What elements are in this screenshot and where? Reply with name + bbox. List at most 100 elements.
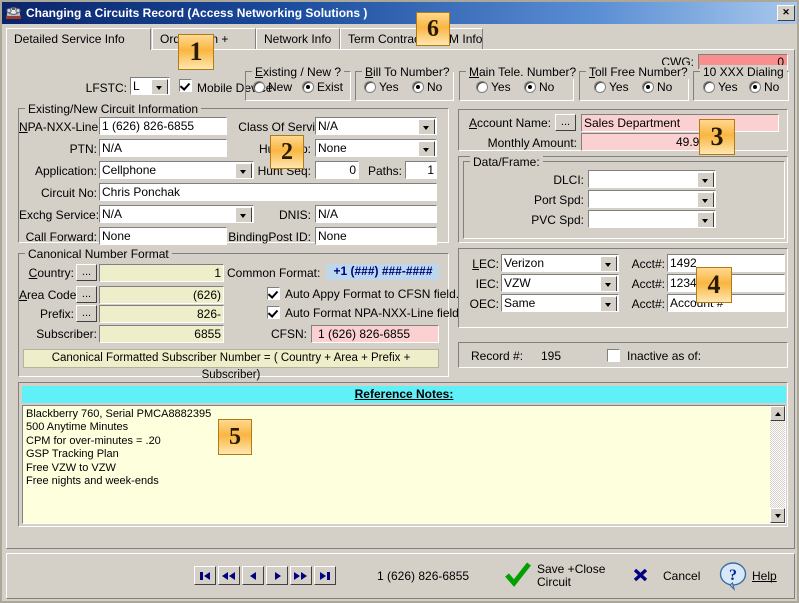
country-browse-button[interactable]: ... [76,264,97,281]
radio-tollfree-no[interactable] [642,81,654,93]
cfsn-input[interactable]: 1 (626) 826-6855 [311,325,439,343]
nav-next-record-button[interactable] [266,566,288,585]
notes-line: Free nights and week-ends [26,475,159,488]
canonical-title: Canonical Number Format [25,247,172,261]
data-frame-title: Data/Frame: [470,155,543,169]
country-input[interactable]: 1 [99,264,224,282]
chevron-down-icon[interactable] [697,192,714,207]
exchg-service-label: Exchg Service: [19,208,100,222]
chevron-down-icon[interactable] [600,256,617,271]
radio-tollfree-yes[interactable] [594,81,606,93]
circuits-record-window: Changing a Circuits Record (Access Netwo… [0,0,799,603]
circuit-no-label: Circuit No: [40,186,97,200]
nav-first-record-button[interactable] [194,566,216,585]
call-forward-input[interactable]: None [99,227,227,245]
dnis-input[interactable]: N/A [315,205,437,223]
chevron-down-icon[interactable] [697,172,714,187]
ptn-label: PTN: [69,142,97,156]
hunt-seq-input[interactable]: 0 [315,161,359,179]
oec-value: Same [504,296,536,310]
scroll-up-icon[interactable] [770,406,785,421]
carriers-group: LEC: Verizon Acct#: 1492 IEC: VZW Acct#:… [458,248,788,328]
radio-tenxxx-no[interactable] [749,81,761,93]
monthly-amount-input[interactable]: 49.95 [581,133,709,151]
hunt-group-select[interactable]: None [315,139,437,157]
scroll-down-icon[interactable] [770,508,785,523]
ptn-input[interactable]: N/A [99,139,227,157]
reference-notes-textarea[interactable]: Blackberry 760, Serial PMCA8882395 500 A… [22,405,786,524]
radio-billto-yes[interactable] [364,81,376,93]
area-code-browse-button[interactable]: ... [76,286,97,303]
account-group: Account Name: ... Sales Department Month… [458,109,788,151]
npa-nxx-line-input[interactable]: 1 (626) 826-6855 [99,117,227,135]
application-value: Cellphone [102,163,157,177]
subscriber-input[interactable]: 6855 [99,325,224,343]
title-bar: Changing a Circuits Record (Access Netwo… [2,2,797,24]
radio-maintele-yes[interactable] [476,81,488,93]
oec-select[interactable]: Same [501,294,619,312]
chevron-down-icon[interactable] [600,296,617,311]
inactive-checkbox[interactable] [607,349,620,362]
tab-detailed-service-info[interactable]: Detailed Service Info [6,28,151,50]
paths-input[interactable]: 1 [405,161,437,179]
existing-new-title: Existing / New ? [252,65,345,79]
tab-term-contract-tem-info[interactable]: Term Contract +TEM Info [340,28,483,49]
radio-billto-no[interactable] [412,81,424,93]
close-icon[interactable]: ✕ [777,5,795,21]
bindingpost-id-input[interactable]: None [315,227,437,245]
nav-previous-record-button[interactable] [242,566,264,585]
detailed-service-info-panel: CWG: 0 LFSTC: L Mobile Device Existing /… [6,49,795,549]
circuit-information-title: Existing/New Circuit Information [25,102,202,116]
existing-new-group: Existing / New ? New Exist [245,65,351,101]
prefix-input[interactable]: 826- [99,305,224,323]
account-name-input[interactable]: Sales Department [581,114,779,132]
application-select[interactable]: Cellphone [99,161,254,179]
nav-previous-page-button[interactable] [218,566,240,585]
auto-format-npa-checkbox[interactable] [267,306,280,319]
bill-to-number-group: Bill To Number? Yes No [355,65,454,101]
port-spd-select[interactable] [588,190,716,208]
application-label: Application: [34,164,97,178]
help-button[interactable]: Help [752,569,777,583]
chevron-down-icon[interactable] [600,276,617,291]
lfstc-select[interactable]: L [130,77,170,95]
nav-last-record-button[interactable] [314,566,336,585]
npa-nxx-line-label: NPA-NXX-Line: [19,120,102,134]
radio-new[interactable] [253,81,265,93]
dlci-select[interactable] [588,170,716,188]
radio-tenxxx-yes[interactable] [703,81,715,93]
radio-exist[interactable] [302,81,314,93]
canonical-footnote: Canonical Formatted Subscriber Number = … [23,349,439,381]
circuit-no-input[interactable]: Chris Ponchak [99,183,437,201]
nav-next-page-button[interactable] [290,566,312,585]
chevron-down-icon[interactable] [235,207,252,222]
area-code-input[interactable]: (626) [99,286,224,304]
radio-maintele-no[interactable] [524,81,536,93]
exchg-service-select[interactable]: N/A [99,205,254,223]
notes-scrollbar[interactable] [770,406,785,523]
tab-network-info[interactable]: Network Info [256,28,340,49]
mobile-device-checkbox[interactable] [179,79,192,92]
auto-format-npa-label: Auto Format NPA-NXX-Line field [285,306,459,320]
chevron-down-icon[interactable] [697,212,714,227]
radio-tenxxx-no-label: No [764,80,780,94]
class-of-service-select[interactable]: N/A [315,117,437,135]
auto-apply-cfsn-checkbox[interactable] [267,287,280,300]
data-frame-group: Data/Frame: DLCI: Port Spd: PVC Spd: [463,155,785,239]
reference-notes-panel: Reference Notes: Blackberry 760, Serial … [18,382,788,527]
telephone-icon [5,6,22,21]
account-browse-button[interactable]: ... [555,114,576,131]
pvc-spd-label: PVC Spd: [531,213,584,227]
iec-select[interactable]: VZW [501,274,619,292]
prefix-browse-button[interactable]: ... [76,305,97,322]
check-icon [504,562,532,588]
cancel-button[interactable]: Cancel [663,569,700,583]
chevron-down-icon[interactable] [418,141,435,156]
notes-line: CPM for over-minutes = .20 [26,434,161,447]
chevron-down-icon[interactable] [151,79,168,94]
chevron-down-icon[interactable] [418,119,435,134]
save-close-circuit-button[interactable]: Save +Close Circuit [537,563,605,589]
iec-acct-label: Acct#: [631,277,665,291]
pvc-spd-select[interactable] [588,210,716,228]
lec-select[interactable]: Verizon [501,254,619,272]
